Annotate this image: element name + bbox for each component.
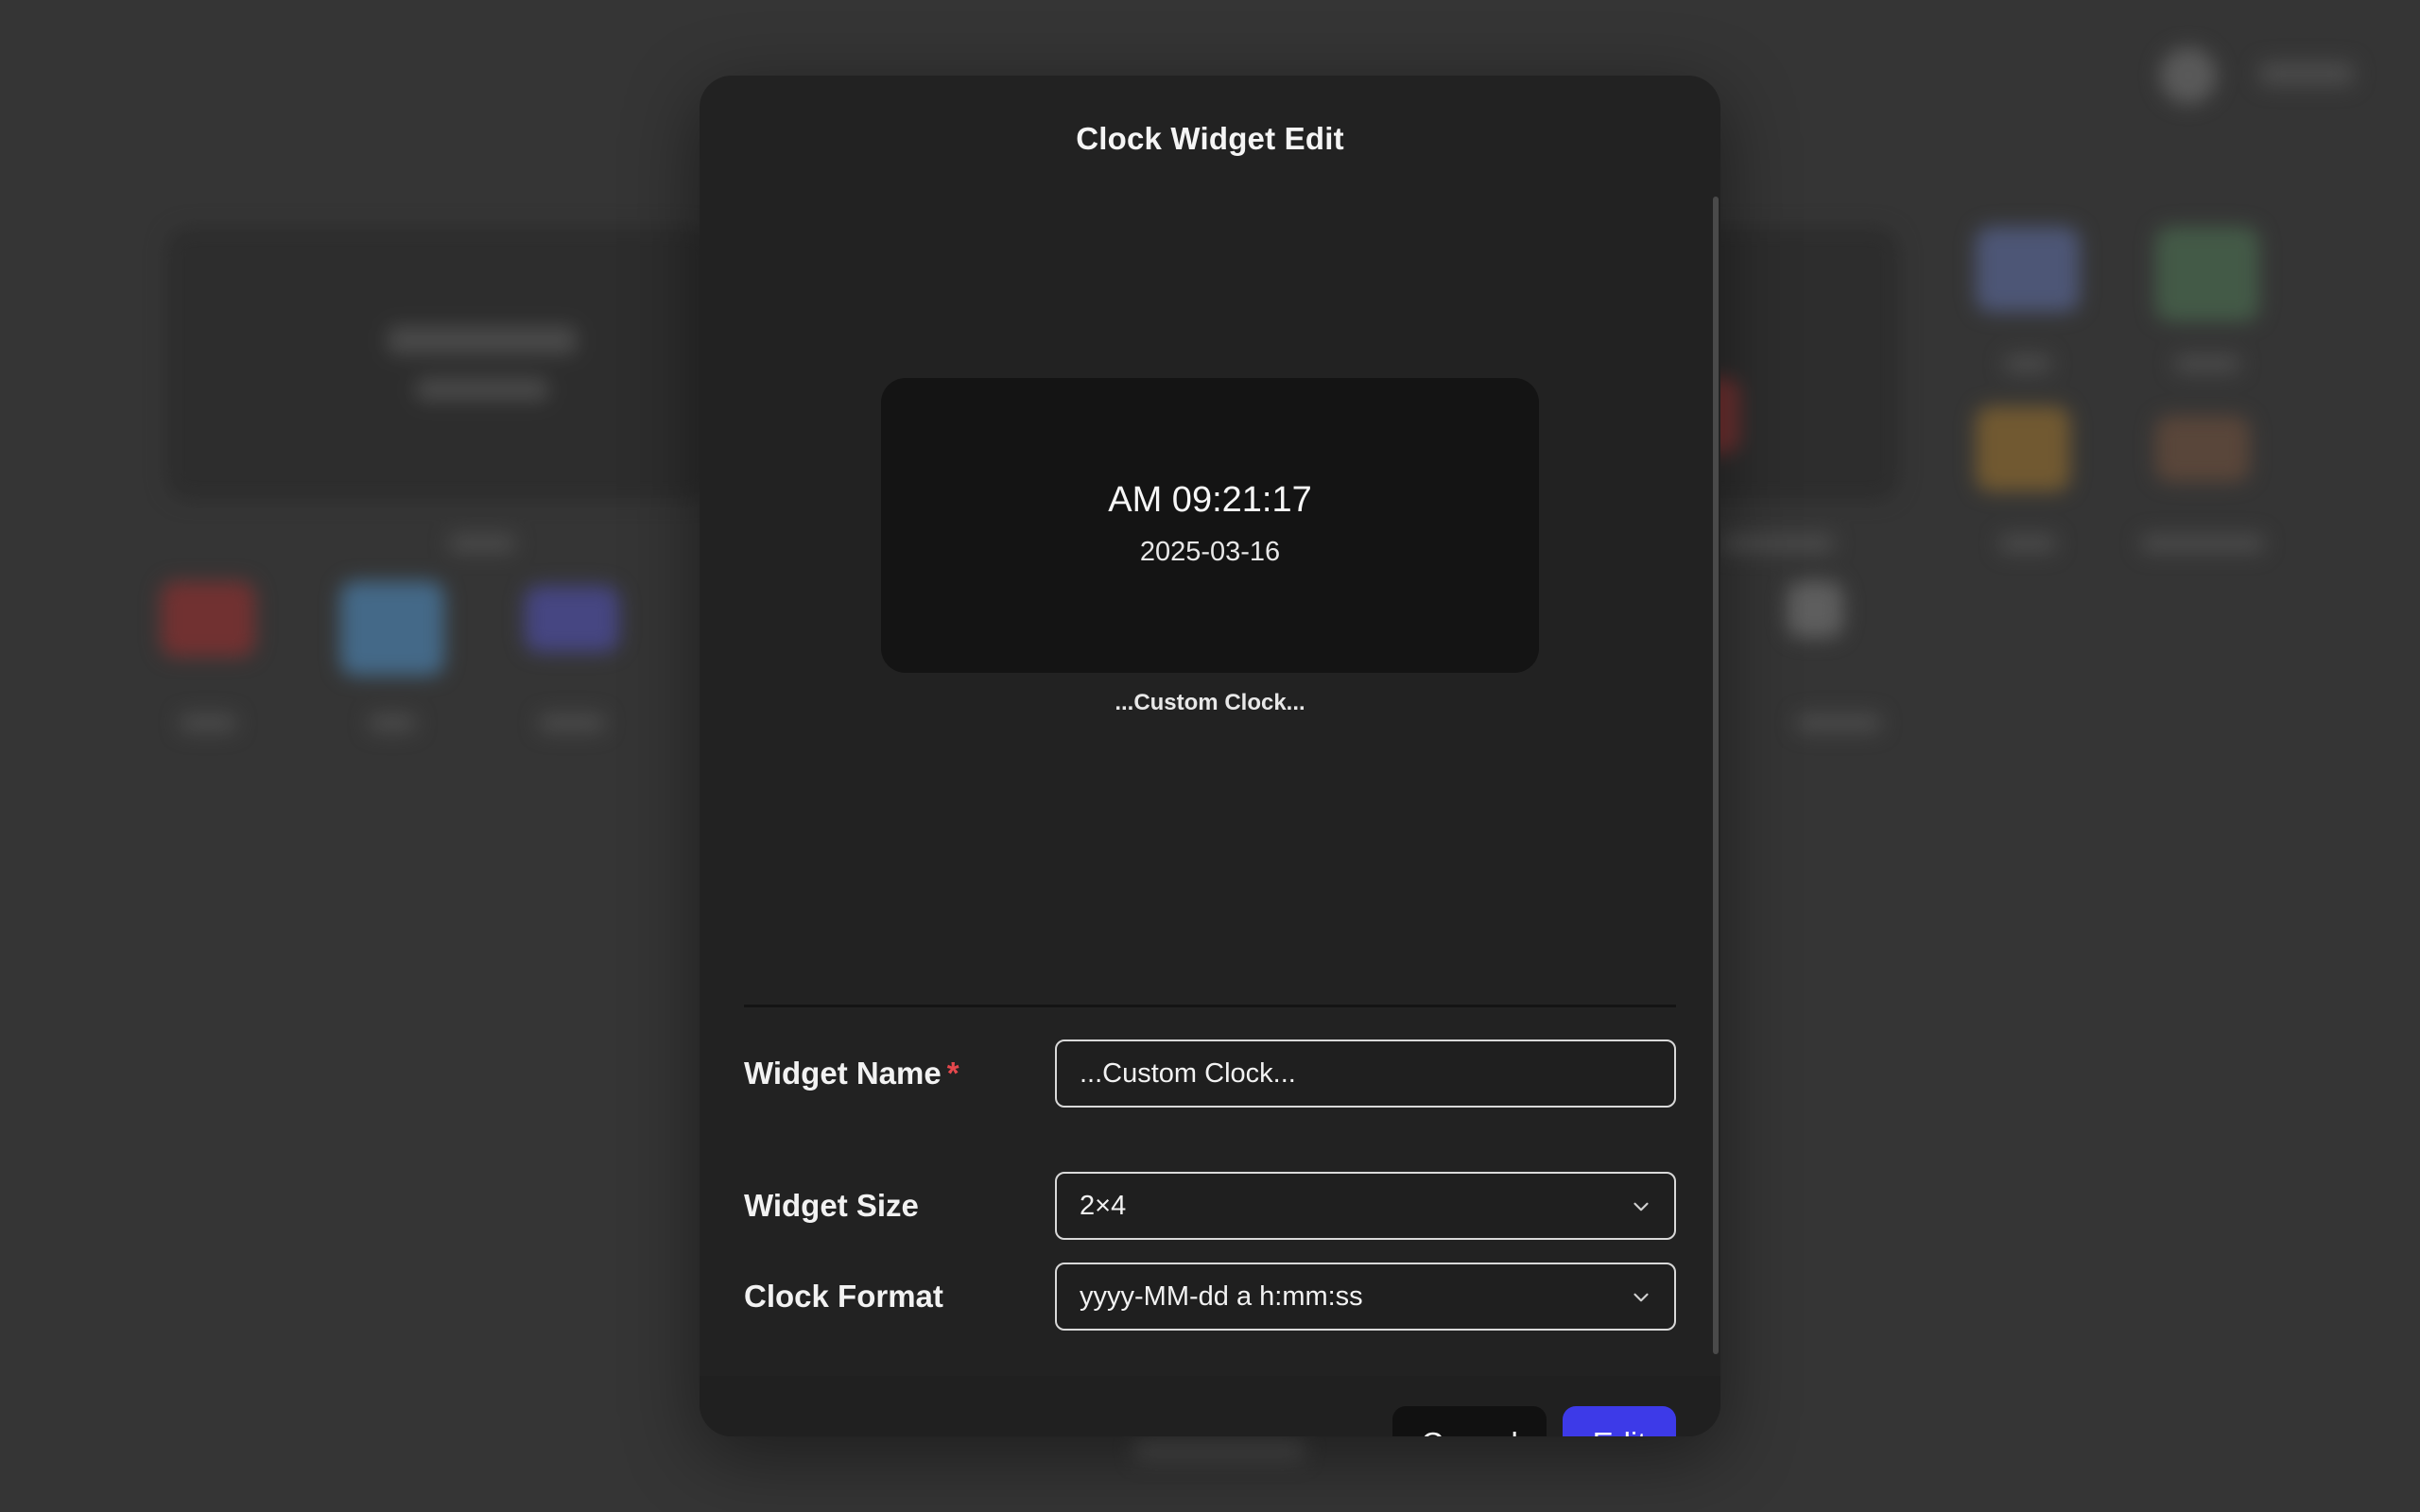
cancel-button[interactable]: Cancel bbox=[1392, 1406, 1547, 1436]
widget-name-input[interactable] bbox=[1055, 1040, 1676, 1108]
clock-format-select[interactable]: yyyy-MM-dd a h:mm:ss bbox=[1055, 1263, 1676, 1331]
clock-format-label: Clock Format bbox=[744, 1279, 943, 1314]
preview-widget-name: ...Custom Clock... bbox=[1115, 690, 1305, 715]
preview-time: AM 09:21:17 bbox=[1108, 480, 1312, 520]
clock-widget-edit-dialog: Clock Widget Edit AM 09:21:17 2025-03-16… bbox=[700, 76, 1720, 1436]
chevron-down-icon bbox=[1634, 1202, 1649, 1211]
widget-size-row: Widget Size 2×4 bbox=[744, 1172, 1676, 1240]
clock-format-row: Clock Format yyyy-MM-dd a h:mm:ss bbox=[744, 1263, 1676, 1331]
chevron-down-icon bbox=[1634, 1293, 1649, 1302]
dialog-title: Clock Widget Edit bbox=[1076, 121, 1344, 156]
widget-size-select[interactable]: 2×4 bbox=[1055, 1172, 1676, 1240]
widget-name-row: Widget Name * bbox=[744, 1040, 1676, 1108]
section-divider bbox=[744, 1005, 1676, 1007]
widget-size-value: 2×4 bbox=[1080, 1191, 1127, 1221]
dialog-scrollbar[interactable] bbox=[1713, 197, 1719, 1354]
widget-name-label: Widget Name * bbox=[744, 1040, 959, 1108]
required-indicator: * bbox=[946, 1056, 959, 1091]
preview-date: 2025-03-16 bbox=[1139, 537, 1281, 567]
clock-format-value: yyyy-MM-dd a h:mm:ss bbox=[1080, 1281, 1363, 1312]
widget-name-label-text: Widget Name bbox=[744, 1056, 942, 1091]
widget-size-label: Widget Size bbox=[744, 1188, 919, 1223]
edit-button[interactable]: Edit bbox=[1563, 1406, 1676, 1436]
clock-preview-card: AM 09:21:17 2025-03-16 bbox=[881, 378, 1539, 673]
